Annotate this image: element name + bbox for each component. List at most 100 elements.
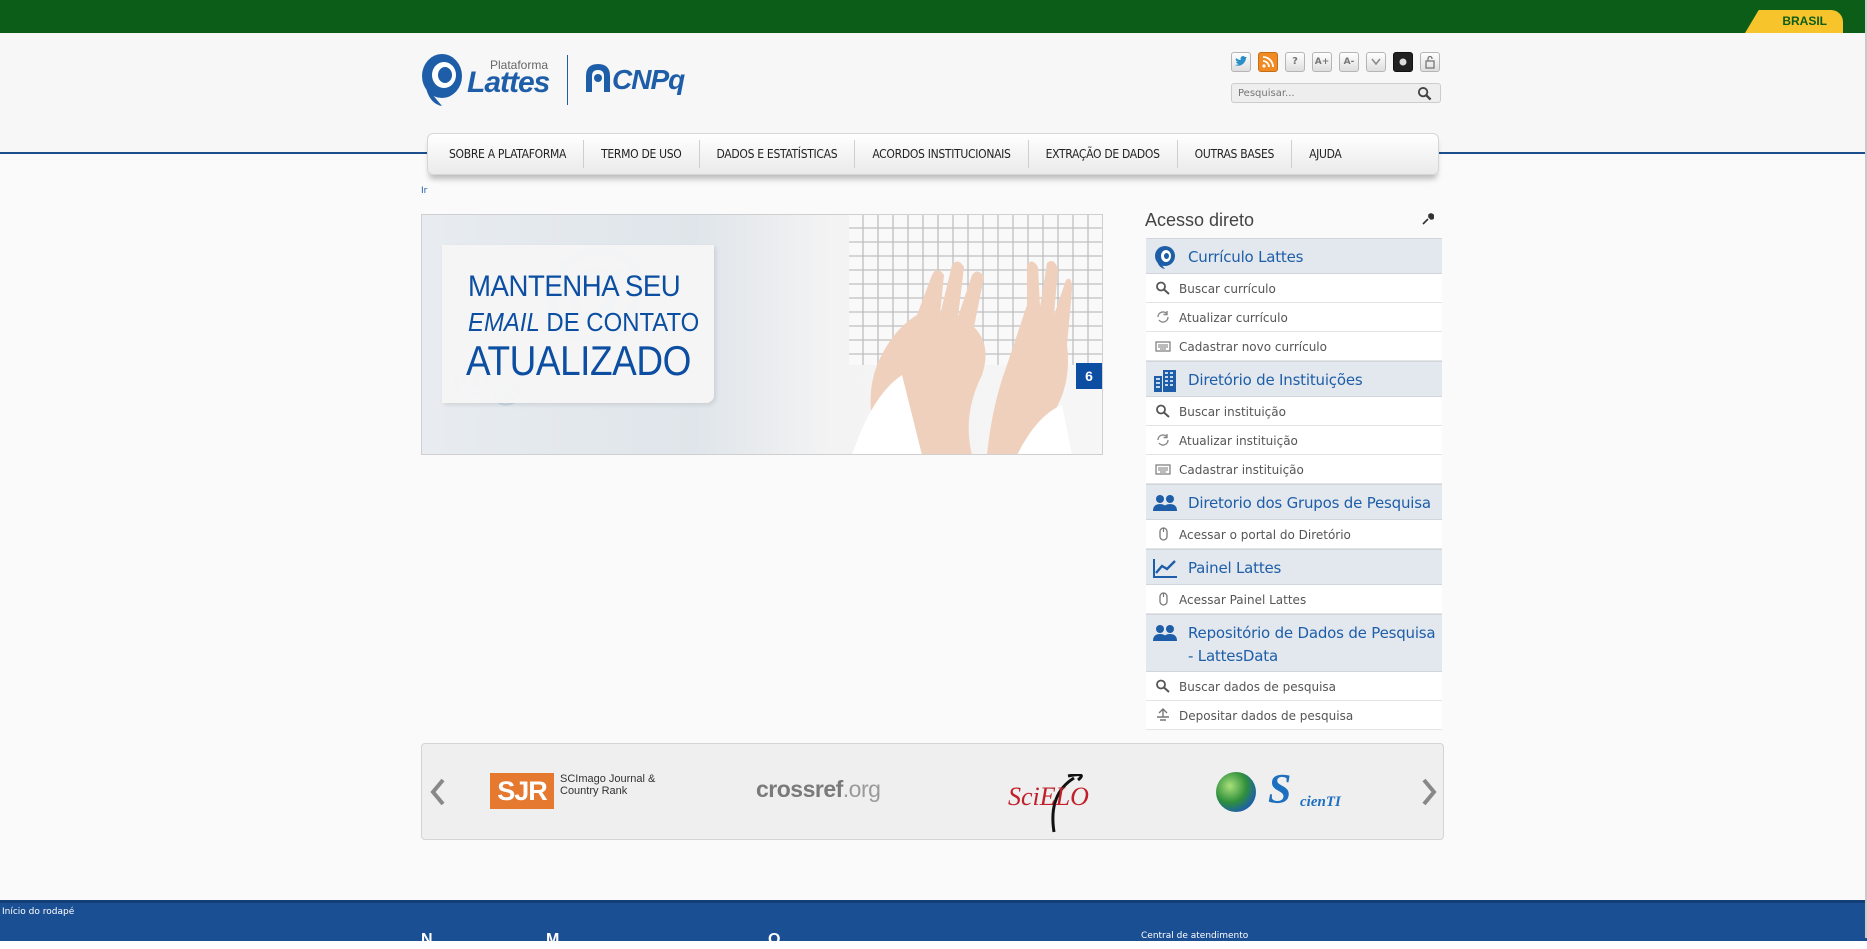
section-title: Diretório de Instituições [1188,371,1363,389]
nav-item-sobre[interactable]: SOBRE A PLATAFORMA [432,140,585,168]
link-atualizar-curriculo[interactable]: Atualizar currículo [1146,303,1442,332]
link-label: Acessar o portal do Diretório [1179,528,1351,542]
banner-slide-counter[interactable]: 6 [1076,363,1102,389]
partners-carousel: SJR SCImago Journal & Country Rank cross… [421,743,1444,840]
link-depositar-dados[interactable]: Depositar dados de pesquisa [1146,701,1442,730]
sidebar-title: Acesso direto [1145,210,1255,230]
section-title: Currículo Lattes [1188,248,1304,266]
section-title: Painel Lattes [1188,559,1282,577]
nav-item-termo[interactable]: TERMO DE USO [584,140,700,168]
building-icon [1154,370,1176,392]
hands-image [852,261,1072,454]
link-label: Cadastrar instituição [1179,463,1304,477]
refresh-icon [1157,434,1169,446]
banner-headline: MANTENHA SEU [468,270,681,303]
section-title: Repositório de Dados de Pesquisa - Latte… [1188,624,1436,665]
logo-lattes-text[interactable]: Lattes [467,66,550,100]
banner-email-word: EMAIL [468,307,540,337]
line-chart-icon [1153,559,1177,578]
banner-subheadline: EMAIL DE CONTATO [468,307,699,338]
link-label: Buscar instituição [1179,405,1286,419]
carousel-prev-icon[interactable] [428,776,448,808]
section-painel-lattes[interactable]: Painel Lattes [1146,549,1442,585]
upload-icon [1157,708,1169,721]
nav-item-extracao[interactable]: EXTRAÇÃO DE DADOS [1029,140,1178,168]
crossref-logo[interactable]: crossref.org [756,776,881,803]
search-box [1231,83,1441,103]
section-title: Diretorio dos Grupos de Pesquisa [1188,494,1431,512]
quick-access-panel: Currículo Lattes Buscar currículo Atuali… [1146,238,1442,730]
scielo-logo[interactable]: SciELO [1008,782,1089,812]
link-label: Buscar currículo [1179,282,1276,296]
sjr-text[interactable]: SCImago Journal & Country Rank [560,773,670,797]
link-label: Depositar dados de pesquisa [1179,709,1354,723]
link-label: Atualizar instituição [1179,434,1298,448]
search-icon [1156,404,1170,418]
lattes-icon [1155,246,1175,269]
contrast-icon[interactable] [1393,52,1413,72]
footer-heading: N [421,931,433,948]
refresh-icon [1157,311,1169,323]
government-bar: BRASIL [0,0,1867,33]
brasil-link[interactable]: BRASIL [1745,10,1843,33]
help-icon[interactable]: ? [1285,52,1305,72]
link-acessar-painel[interactable]: Acessar Painel Lattes [1146,585,1442,614]
cnpq-logo-icon[interactable] [582,62,614,94]
keyboard-icon [1155,341,1171,352]
nav-item-ajuda[interactable]: AJUDA [1292,140,1358,168]
logo-divider [567,55,568,105]
link-cadastrar-curriculo[interactable]: Cadastrar novo currículo [1146,332,1442,361]
carousel-next-icon[interactable] [1419,776,1439,808]
banner-carousel[interactable]: @ @ @ MANTENHA SEU EMAIL DE CONTATO ATUA… [421,214,1103,455]
section-grupos-pesquisa[interactable]: Diretorio dos Grupos de Pesquisa [1146,484,1442,520]
group-icon [1153,625,1177,641]
link-label: Acessar Painel Lattes [1179,593,1307,607]
crossref-suffix: .org [842,776,881,802]
banner-atualizado: ATUALIZADO [466,337,691,384]
lock-icon[interactable] [1420,52,1440,72]
section-curriculo-lattes[interactable]: Currículo Lattes [1146,238,1442,274]
nav-item-dados[interactable]: DADOS E ESTATÍSTICAS [700,140,856,168]
scienti-logo[interactable]: S [1268,766,1291,814]
search-input[interactable] [1238,86,1408,100]
keyboard-icon [1155,464,1171,475]
search-icon [1156,281,1170,295]
link-cadastrar-instituicao[interactable]: Cadastrar instituição [1146,455,1442,484]
wrench-icon[interactable] [1422,213,1434,225]
nav-item-outras-bases[interactable]: OUTRAS BASES [1178,140,1293,168]
font-decrease-icon[interactable]: A- [1339,52,1359,72]
globe-icon [1216,772,1256,812]
link-atualizar-instituicao[interactable]: Atualizar instituição [1146,426,1442,455]
search-icon[interactable] [1417,86,1432,101]
footer-heading: O [768,931,781,948]
dropdown-icon[interactable] [1366,52,1386,72]
nav-item-acordos[interactable]: ACORDOS INSTITUCIONAIS [855,140,1029,168]
footer-heading: M [546,931,560,948]
main-nav: SOBRE A PLATAFORMA TERMO DE USO DADOS E … [427,133,1439,175]
link-label: Atualizar currículo [1179,311,1288,325]
search-icon [1156,679,1170,693]
sjr-logo[interactable]: SJR [490,773,554,809]
ir-link[interactable]: Ir [421,186,427,196]
rss-icon[interactable] [1258,52,1278,72]
link-label: Buscar dados de pesquisa [1179,680,1337,694]
scienti-logo-small: cienTI [1300,794,1341,810]
crossref-main: crossref [756,776,843,802]
logo-cnpq-text[interactable]: CNPq [612,64,685,96]
link-buscar-dados[interactable]: Buscar dados de pesquisa [1146,672,1442,701]
twitter-icon[interactable] [1231,52,1251,72]
banner-contato-text: DE CONTATO [539,307,700,337]
footer: Início do rodapé N M O Central de atendi… [0,900,1867,948]
link-buscar-instituicao[interactable]: Buscar instituição [1146,397,1442,426]
mouse-icon [1159,592,1168,606]
section-lattesdata[interactable]: Repositório de Dados de Pesquisa - Latte… [1146,614,1442,672]
font-increase-icon[interactable]: A+ [1312,52,1332,72]
mouse-icon [1159,527,1168,541]
section-diretorio-instituicoes[interactable]: Diretório de Instituições [1146,361,1442,397]
group-icon [1153,495,1177,511]
link-buscar-curriculo[interactable]: Buscar currículo [1146,274,1442,303]
footer-start-link[interactable]: Início do rodapé [2,907,74,917]
footer-central-atendimento[interactable]: Central de atendimento [1141,931,1248,941]
link-acessar-diretorio[interactable]: Acessar o portal do Diretório [1146,520,1442,549]
link-label: Cadastrar novo currículo [1179,340,1327,354]
